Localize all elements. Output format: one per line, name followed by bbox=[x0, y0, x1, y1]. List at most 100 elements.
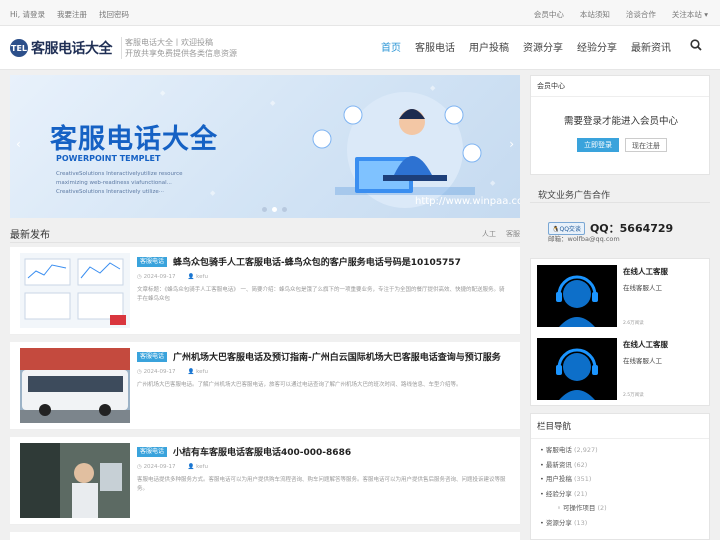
service-desc: 在线客服人工 bbox=[623, 357, 662, 365]
post-title[interactable]: 小桔有车客服电话客服电话400-000-8686 bbox=[173, 445, 351, 458]
post-category-badge[interactable]: 客服电话 bbox=[137, 352, 168, 362]
header: TEL 客服电话大全 客服电话大全丨欢迎投稿 开放共享免费提供各类信息资源 首页… bbox=[0, 26, 720, 70]
post-category-badge[interactable]: 客服电话 bbox=[137, 257, 168, 267]
register-link[interactable]: 我要注册 bbox=[57, 9, 87, 20]
post-meta: ◷ 2024-09-17 👤 kefu bbox=[137, 464, 208, 470]
latest-tags: 人工 客服 bbox=[482, 229, 520, 239]
divider bbox=[10, 242, 520, 243]
post-thumbnail[interactable] bbox=[20, 253, 130, 328]
banner-next-button[interactable]: › bbox=[509, 137, 514, 151]
divider bbox=[530, 202, 710, 203]
service-thumbnail[interactable] bbox=[537, 265, 617, 327]
top-link-cooperation[interactable]: 洽谈合作 bbox=[626, 9, 656, 20]
post-summary: 广州机场大巴客服电话。了解广州机场大巴客服电话，旅客可以通过电话查询了解广州机场… bbox=[137, 382, 462, 388]
post-author: kefu bbox=[196, 274, 208, 280]
svg-text:◆: ◆ bbox=[490, 179, 496, 187]
banner-subtitle: POWERPOINT TEMPLET bbox=[56, 154, 161, 163]
ad-section-title: 软文业务广告合作 bbox=[538, 191, 611, 201]
slogan-line-2: 开放共享免费提供各类信息资源 bbox=[125, 49, 237, 58]
member-register-button[interactable]: 现在注册 bbox=[625, 138, 667, 152]
service-desc: 在线客服人工 bbox=[623, 284, 662, 292]
post-date: 2024-09-17 bbox=[143, 369, 176, 375]
banner-url: http://www.winpaa.com bbox=[415, 196, 520, 207]
user-icon: 👤 bbox=[187, 464, 195, 470]
user-icon: 👤 bbox=[187, 274, 195, 280]
post-thumbnail[interactable] bbox=[20, 443, 130, 518]
column-nav-title: 栏目导航 bbox=[531, 414, 709, 439]
top-link-notice[interactable]: 本站须知 bbox=[580, 9, 610, 20]
member-login-button[interactable]: 立即登录 bbox=[577, 138, 619, 152]
post-title[interactable]: 广州机场大巴客服电话及预订指南-广州白云国际机场大巴客服电话查询与预订服务 bbox=[173, 350, 501, 363]
member-login-prompt: 需要登录才能进入会员中心 bbox=[563, 116, 678, 127]
banner-prev-button[interactable]: ‹ bbox=[16, 137, 21, 151]
logo-mark: TEL bbox=[10, 39, 28, 57]
banner-dot[interactable] bbox=[272, 207, 277, 212]
service-meta: 2.5万阅读 bbox=[623, 393, 644, 398]
forgot-password-link[interactable]: 找回密码 bbox=[99, 9, 129, 20]
post-summary: 文章标题：《蜂鸟众包骑手人工客服电话》 一、简要介绍：蜂鸟众包是饿了么旗下的一项… bbox=[137, 287, 505, 302]
nav-latest-news[interactable]: 最新资讯 bbox=[631, 39, 671, 54]
user-icon: 👤 bbox=[187, 369, 195, 375]
banner-dot[interactable] bbox=[282, 207, 287, 212]
nav-experience-share[interactable]: 经验分享 bbox=[577, 39, 617, 54]
service-title[interactable]: 在线人工客服 bbox=[623, 266, 668, 277]
post-item: 客服电话 广州机场大巴客服电话及预订指南-广州白云国际机场大巴客服电话查询与预订… bbox=[10, 342, 520, 430]
nav-user-submission[interactable]: 用户投稿 bbox=[469, 39, 509, 54]
banner-description: CreativeSolutions Interactivelyutilize r… bbox=[56, 171, 183, 195]
top-link-follow[interactable]: 关注本站 ▾ bbox=[672, 9, 708, 20]
service-title[interactable]: 在线人工客服 bbox=[623, 339, 668, 350]
headset-icon bbox=[556, 348, 598, 400]
site-slogan: 客服电话大全丨欢迎投稿 开放共享免费提供各类信息资源 bbox=[121, 37, 237, 59]
login-link[interactable]: Hi, 请登录 bbox=[10, 9, 45, 20]
service-thumbnail[interactable] bbox=[537, 338, 617, 400]
post-item: 客服电话 小桔有车客服电话客服电话400-000-8686 ◷ 2024-09-… bbox=[10, 437, 520, 525]
slogan-line-1: 客服电话大全丨欢迎投稿 bbox=[125, 38, 213, 47]
column-item[interactable]: • 经验分享 (21) bbox=[540, 487, 607, 502]
column-item[interactable]: • 资源分享 (13) bbox=[540, 516, 607, 531]
ad-email: 邮箱：wolfba@qq.com bbox=[548, 235, 620, 243]
post-category-badge[interactable]: 客服电话 bbox=[137, 447, 168, 457]
post-meta: ◷ 2024-09-17 👤 kefu bbox=[137, 274, 208, 280]
post-summary: 客服电话提供多种服务方式。客服电话可以为用户提供购车流程咨询、购车问题解答等服务… bbox=[137, 477, 506, 492]
post-meta: ◷ 2024-09-17 👤 kefu bbox=[137, 369, 208, 375]
member-center-widget: 会员中心 需要登录才能进入会员中心 立即登录 现在注册 bbox=[530, 75, 710, 175]
main-nav: 首页 客服电话 用户投稿 资源分享 经验分享 最新资讯 bbox=[381, 39, 671, 54]
post-author: kefu bbox=[196, 464, 208, 470]
svg-text:◆: ◆ bbox=[430, 84, 436, 92]
post-item bbox=[10, 532, 520, 540]
hero-banner[interactable]: ◆ ◆ ◆ ◆ ◆ 客服电话大全 POWERPOINT TEMPLET Creativ… bbox=[10, 75, 520, 218]
nav-home[interactable]: 首页 bbox=[381, 39, 401, 54]
column-item[interactable]: • 客服电话 (2,927) bbox=[540, 443, 607, 458]
post-date: 2024-09-17 bbox=[143, 464, 176, 470]
post-thumbnail[interactable] bbox=[20, 348, 130, 423]
latest-section-title: 最新发布 bbox=[10, 230, 50, 241]
service-meta: 2.6万阅读 bbox=[623, 321, 644, 326]
tag-link-service[interactable]: 客服 bbox=[506, 229, 520, 239]
clock-icon: ◷ bbox=[137, 369, 142, 375]
banner-pagination bbox=[262, 207, 287, 212]
svg-text:◆: ◆ bbox=[270, 99, 276, 107]
column-nav-list: • 客服电话 (2,927) • 最新资讯 (62) • 用户投稿 (351) … bbox=[540, 443, 607, 530]
column-item[interactable]: • 最新资讯 (62) bbox=[540, 458, 607, 473]
top-bar: Hi, 请登录 我要注册 找回密码 会员中心 本站须知 洽谈合作 关注本站 ▾ bbox=[0, 0, 720, 26]
member-center-title: 会员中心 bbox=[531, 76, 709, 97]
column-item[interactable]: • 用户投稿 (351) bbox=[540, 472, 607, 487]
post-author: kefu bbox=[196, 369, 208, 375]
top-link-member-center[interactable]: 会员中心 bbox=[534, 9, 564, 20]
column-subitem[interactable]: ◦ 可操作项目 (2) bbox=[540, 501, 607, 516]
nav-resource-share[interactable]: 资源分享 bbox=[523, 39, 563, 54]
svg-text:◆: ◆ bbox=[160, 89, 166, 97]
clock-icon: ◷ bbox=[137, 274, 142, 280]
post-item: 客服电话 蜂鸟众包骑手人工客服电话-蜂鸟众包的客户服务电话号码是10105757… bbox=[10, 247, 520, 335]
post-title[interactable]: 蜂鸟众包骑手人工客服电话-蜂鸟众包的客户服务电话号码是10105757 bbox=[173, 255, 461, 268]
post-date: 2024-09-17 bbox=[143, 274, 176, 280]
headset-icon bbox=[556, 275, 598, 327]
banner-title: 客服电话大全 bbox=[50, 124, 218, 155]
clock-icon: ◷ bbox=[137, 464, 142, 470]
banner-dot[interactable] bbox=[262, 207, 267, 212]
nav-service-phone[interactable]: 客服电话 bbox=[415, 39, 455, 54]
logo-text: 客服电话大全 bbox=[31, 41, 113, 57]
tag-link-manual[interactable]: 人工 bbox=[482, 229, 496, 239]
search-icon[interactable] bbox=[690, 39, 702, 51]
site-logo[interactable]: TEL 客服电话大全 bbox=[10, 38, 113, 58]
